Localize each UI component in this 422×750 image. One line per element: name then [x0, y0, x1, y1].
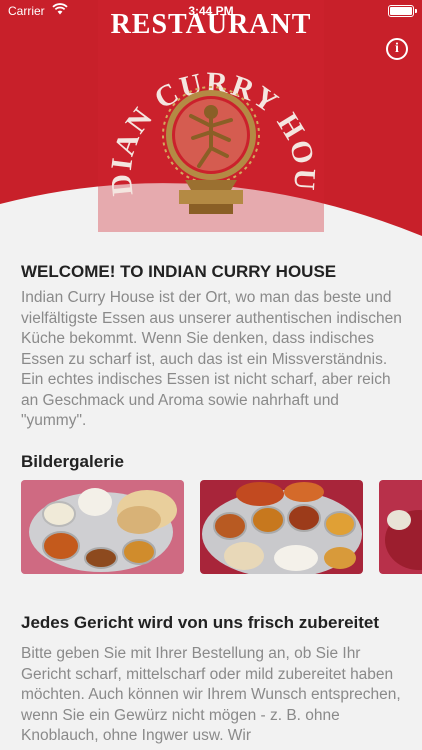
gallery-photo-3[interactable]	[379, 480, 422, 574]
info-icon: i	[395, 41, 399, 56]
battery-icon	[388, 5, 417, 17]
header-banner: RESTAURANT INDIAN CURRY HOUSE i	[0, 0, 422, 240]
section-title: Jedes Gericht wird von uns frisch zubere…	[21, 613, 380, 632]
gallery-photo-1[interactable]	[21, 480, 184, 574]
fresh-preparation-section: Jedes Gericht wird von uns frisch zubere…	[21, 612, 406, 747]
gallery-photo-2[interactable]	[200, 480, 363, 574]
welcome-section: WELCOME! TO INDIAN CURRY HOUSE Indian Cu…	[21, 262, 406, 482]
welcome-text: Indian Curry House ist der Ort, wo man d…	[21, 289, 402, 429]
info-button[interactable]: i	[386, 38, 408, 60]
section-text: Bitte geben Sie mit Ihrer Bestellung an,…	[21, 645, 401, 744]
welcome-title: WELCOME! TO INDIAN CURRY HOUSE	[21, 262, 337, 281]
status-bar: Carrier 3:44 PM	[0, 0, 422, 22]
logo-emblem: INDIAN CURRY HOUSE	[105, 40, 317, 214]
gallery-title: Bildergalerie	[21, 451, 124, 471]
status-time: 3:44 PM	[188, 4, 234, 18]
image-gallery[interactable]	[21, 480, 422, 574]
